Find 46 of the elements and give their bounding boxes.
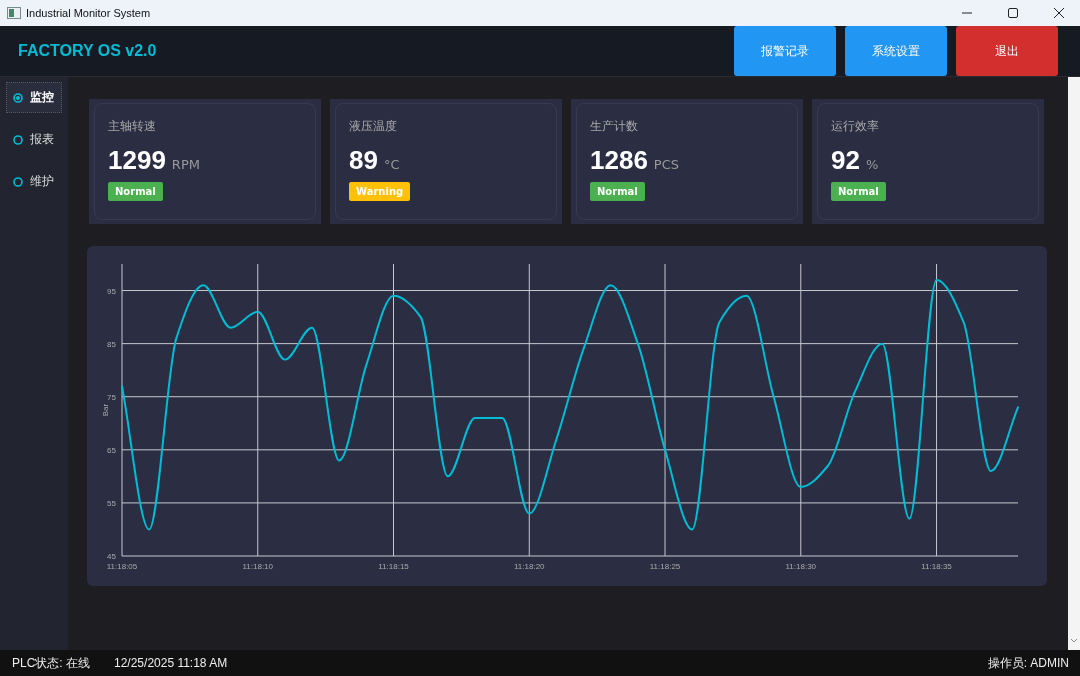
metric-value: 89 (349, 145, 378, 176)
x-tick-label: 11:18:30 (785, 562, 817, 571)
y-tick-label: 55 (107, 498, 116, 508)
app-icon (7, 7, 21, 19)
status-badge: Normal (108, 182, 163, 201)
x-tick-label: 11:18:25 (649, 562, 681, 571)
header-button[interactable]: 退出 (956, 26, 1058, 76)
metric-label: 运行效率 (831, 118, 879, 135)
maximize-icon[interactable] (1008, 8, 1018, 18)
metric-unit: % (865, 157, 879, 172)
metric-unit: RPM (171, 157, 200, 172)
sidebar-item[interactable]: 报表 (6, 124, 62, 155)
sidebar-item[interactable]: 维护 (6, 166, 62, 197)
metric-label: 主轴转速 (108, 118, 156, 135)
operator-label: 操作员: ADMIN (987, 654, 1069, 672)
x-tick-label: 11:18:05 (106, 562, 138, 571)
status-badge: Normal (831, 182, 886, 201)
x-tick-label: 11:18:10 (242, 562, 274, 571)
metric-value: 1286 (590, 145, 648, 176)
scroll-down-icon[interactable] (1070, 638, 1078, 644)
metric-unit: PCS (653, 157, 679, 172)
radio-icon (13, 92, 23, 103)
radio-icon (13, 176, 23, 187)
window-title: Industrial Monitor System (26, 7, 151, 19)
metric-value: 92 (831, 145, 860, 176)
y-tick-label: 95 (107, 286, 116, 296)
metric-value: 1299 (108, 145, 166, 176)
y-axis-label: Bar (101, 403, 110, 417)
metric-label: 液压温度 (349, 118, 397, 135)
x-tick-label: 11:18:20 (514, 562, 545, 571)
y-tick-label: 65 (107, 445, 116, 455)
metric-label: 生产计数 (590, 118, 638, 135)
close-icon[interactable] (1054, 8, 1064, 18)
plc-status: PLC状态: 在线 (12, 654, 90, 672)
status-badge: Normal (590, 182, 645, 201)
y-tick-label: 85 (107, 339, 116, 349)
date-time: 12/25/2025 11:18 AM (114, 656, 228, 670)
x-tick-label: 11:18:15 (378, 562, 409, 571)
y-tick-label: 45 (107, 552, 116, 561)
app-title: FACTORY OS v2.0 (18, 42, 157, 60)
x-tick-label: 11:18:35 (921, 562, 952, 571)
metric-unit: °C (383, 157, 400, 172)
status-badge: Warning (349, 182, 411, 201)
sidebar-item[interactable]: 监控 (6, 82, 62, 113)
radio-icon (13, 134, 23, 145)
y-tick-label: 75 (107, 392, 116, 402)
